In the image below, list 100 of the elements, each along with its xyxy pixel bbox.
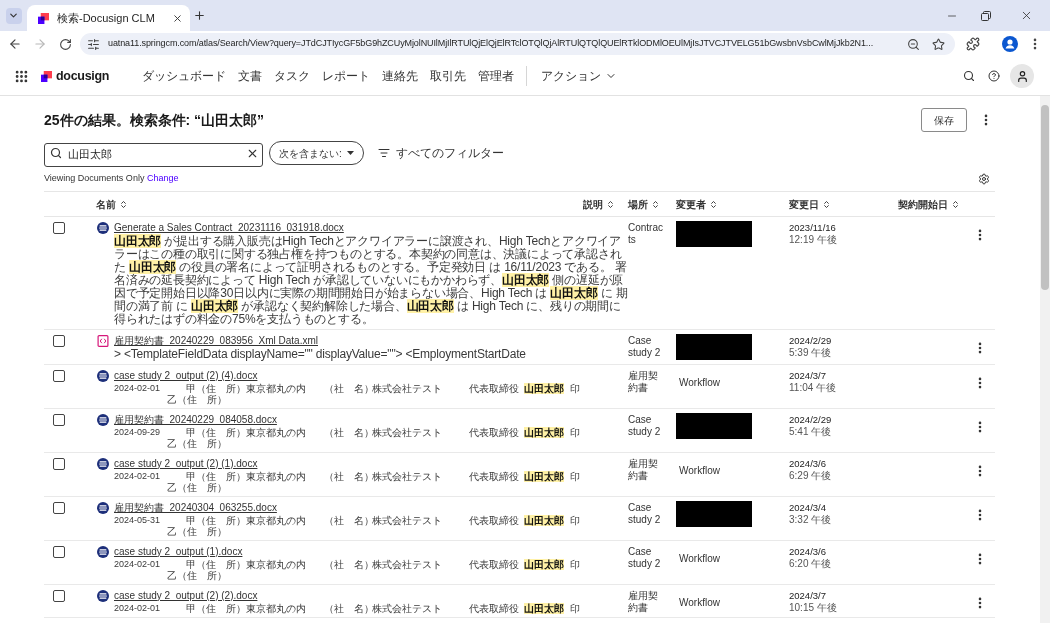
- search-field[interactable]: 山田太郎: [44, 142, 263, 167]
- sort-icon: [951, 199, 960, 209]
- snippet-field: 甲（住 所）: [186, 471, 246, 482]
- plus-icon: [192, 9, 206, 22]
- scrollbar-track[interactable]: [1040, 96, 1050, 623]
- checkbox[interactable]: [53, 590, 65, 602]
- document-link[interactable]: 雇用契約書_20240229_084058.docx: [114, 413, 277, 426]
- snippet-field: 株式会社テスト: [372, 471, 442, 482]
- snippet-field: 代表取締役: [469, 383, 519, 394]
- modified-time: 10:15 午後: [789, 602, 837, 614]
- modified-by-text: Workflow: [678, 597, 720, 608]
- site-settings-icon[interactable]: [87, 37, 100, 51]
- location-text: Case study 2: [628, 335, 662, 359]
- zoom-icon[interactable]: [907, 37, 920, 51]
- checkbox[interactable]: [53, 458, 65, 470]
- checkbox[interactable]: [53, 502, 65, 514]
- filter-dropdown[interactable]: 次を含まない:: [269, 141, 364, 165]
- modified-by-text: Workflow: [678, 553, 720, 564]
- location-text: Case study 2: [628, 546, 662, 570]
- document-link[interactable]: case study 2_output (2) (4).docx: [114, 369, 258, 382]
- tab-list-button[interactable]: [5, 7, 22, 24]
- address-bar[interactable]: uatna11.springcm.com/atlas/Search/View?query=JTdCJTIycGF5bG9hZCUyMjolNUIlMjIlRTUlQjElQjElRTclOTQlQjAlRTUlQTQlQUElRTklODMlOEUlMjIsJTVCJTVELG51bGwsbnVsbCwlMjJkb2N1...: [80, 33, 955, 55]
- location-text: 雇用契約書: [628, 590, 659, 614]
- avatar-icon[interactable]: [1010, 64, 1034, 88]
- settings-icon[interactable]: [978, 172, 990, 185]
- snippet-field: 印: [570, 515, 580, 526]
- column-header[interactable]: 名前: [96, 196, 128, 212]
- snippet-field: 東京都丸の内: [246, 427, 306, 438]
- modified-date: 2024/2/29: [789, 414, 832, 426]
- column-header[interactable]: 契約開始日: [898, 196, 960, 212]
- modified-date: 2023/11/16: [789, 222, 836, 234]
- browser-tab[interactable]: 検索-Docusign CLM: [27, 5, 190, 31]
- extensions-icon[interactable]: [966, 37, 980, 51]
- modified-date: 2024/3/7: [789, 370, 826, 382]
- actions-menu-button[interactable]: アクション: [541, 67, 617, 85]
- logo-text: docusign: [56, 67, 110, 85]
- document-link[interactable]: 雇用契約書_20240229_083956_Xml Data.xml: [114, 334, 318, 347]
- snippet-field: 株式会社テスト: [372, 559, 442, 570]
- snippet-field: 乙（住 所）: [167, 482, 227, 493]
- snippet-field: 甲（住 所）: [186, 383, 246, 394]
- snippet-field: 乙（住 所）: [167, 570, 227, 581]
- nav-link[interactable]: 取引先: [430, 67, 466, 85]
- sort-icon: [822, 199, 831, 209]
- checkbox[interactable]: [53, 370, 65, 382]
- snippet-field: 印: [570, 427, 580, 438]
- document-link[interactable]: 雇用契約書_20240304_063255.docx: [114, 501, 277, 514]
- search-snippet: > <TemplateFieldData displayName="" displayValue=""> <EmploymentStartDate: [113, 348, 527, 361]
- sort-icon: [709, 199, 718, 209]
- column-header[interactable]: 説明: [583, 196, 615, 212]
- modified-time: 5:41 午後: [789, 426, 832, 438]
- snippet-field: 2024-02-01: [114, 603, 161, 614]
- nav-link[interactable]: 管理者: [478, 67, 514, 85]
- bookmark-star-icon[interactable]: [932, 37, 945, 51]
- snippet-field: 東京都丸の内: [246, 515, 306, 526]
- snippet-field: 山田太郎: [524, 383, 564, 394]
- url-text: uatna11.springcm.com/atlas/Search/View?query=JTdCJTIycGF5bG9hZCUyMjolNUIlMjIlRTUlQjElQjElRTclOTQlQjAlRTUlQTQlQUElRTklODMlOEUlMjIsJTVCJTVELG51bGwsbnVsbCwlMjJkb2N1...: [108, 37, 874, 51]
- change-link[interactable]: Change: [146, 172, 179, 183]
- document-link[interactable]: case study 2_output (2) (1).docx: [114, 457, 258, 470]
- document-icon: [97, 369, 109, 382]
- document-link[interactable]: case study 2_output (1).docx: [114, 545, 243, 558]
- app-launcher-icon[interactable]: [14, 68, 29, 84]
- document-link[interactable]: Generate a Sales Contract_20231116_031918.docx: [114, 221, 344, 234]
- checkbox[interactable]: [53, 414, 65, 426]
- checkbox[interactable]: [53, 222, 65, 234]
- scrollbar-thumb[interactable]: [1041, 105, 1049, 290]
- snippet-field: 東京都丸の内: [246, 559, 306, 570]
- column-header[interactable]: 変更日: [789, 196, 831, 212]
- nav-link[interactable]: 文書: [238, 67, 262, 85]
- column-header[interactable]: 場所: [628, 196, 660, 212]
- location-text: Case study 2: [628, 414, 662, 438]
- snippet-field: 甲（住 所）: [186, 559, 246, 570]
- nav-link[interactable]: ダッシュボード: [142, 67, 226, 85]
- snippet-field: 山田太郎: [524, 471, 564, 482]
- column-header[interactable]: 変更者: [676, 196, 718, 212]
- help-icon[interactable]: [988, 70, 1000, 82]
- snippet-field: 甲（住 所）: [186, 515, 246, 526]
- nav-link[interactable]: 連絡先: [382, 67, 418, 85]
- caret-icon: [346, 151, 354, 155]
- snippet-field: 山田太郎: [524, 515, 564, 526]
- save-button[interactable]: 保存: [921, 108, 967, 132]
- checkbox[interactable]: [53, 546, 65, 558]
- location-text: Case study 2: [628, 502, 662, 526]
- snippet-field: 山田太郎: [524, 427, 564, 438]
- document-icon: [97, 457, 109, 470]
- all-filters-button[interactable]: すべてのフィルター: [377, 144, 504, 162]
- profile-icon[interactable]: [1002, 36, 1018, 52]
- snippet-field: 印: [570, 471, 580, 482]
- search-icon[interactable]: [963, 70, 975, 82]
- checkbox[interactable]: [53, 335, 65, 347]
- modified-time: 6:20 午後: [789, 558, 832, 570]
- snippet-field: 東京都丸の内: [246, 603, 306, 614]
- snippet-field: 乙（住 所）: [167, 394, 227, 405]
- modified-date: 2024/3/4: [789, 502, 826, 514]
- snippet-field: 株式会社テスト: [372, 427, 442, 438]
- snippet-field: 甲（住 所）: [186, 603, 246, 614]
- nav-link[interactable]: タスク: [274, 67, 310, 85]
- logo-icon: [41, 70, 52, 82]
- nav-link[interactable]: レポート: [322, 67, 370, 85]
- sort-icon: [651, 199, 660, 209]
- document-link[interactable]: case study 2_output (2) (2).docx: [114, 589, 258, 602]
